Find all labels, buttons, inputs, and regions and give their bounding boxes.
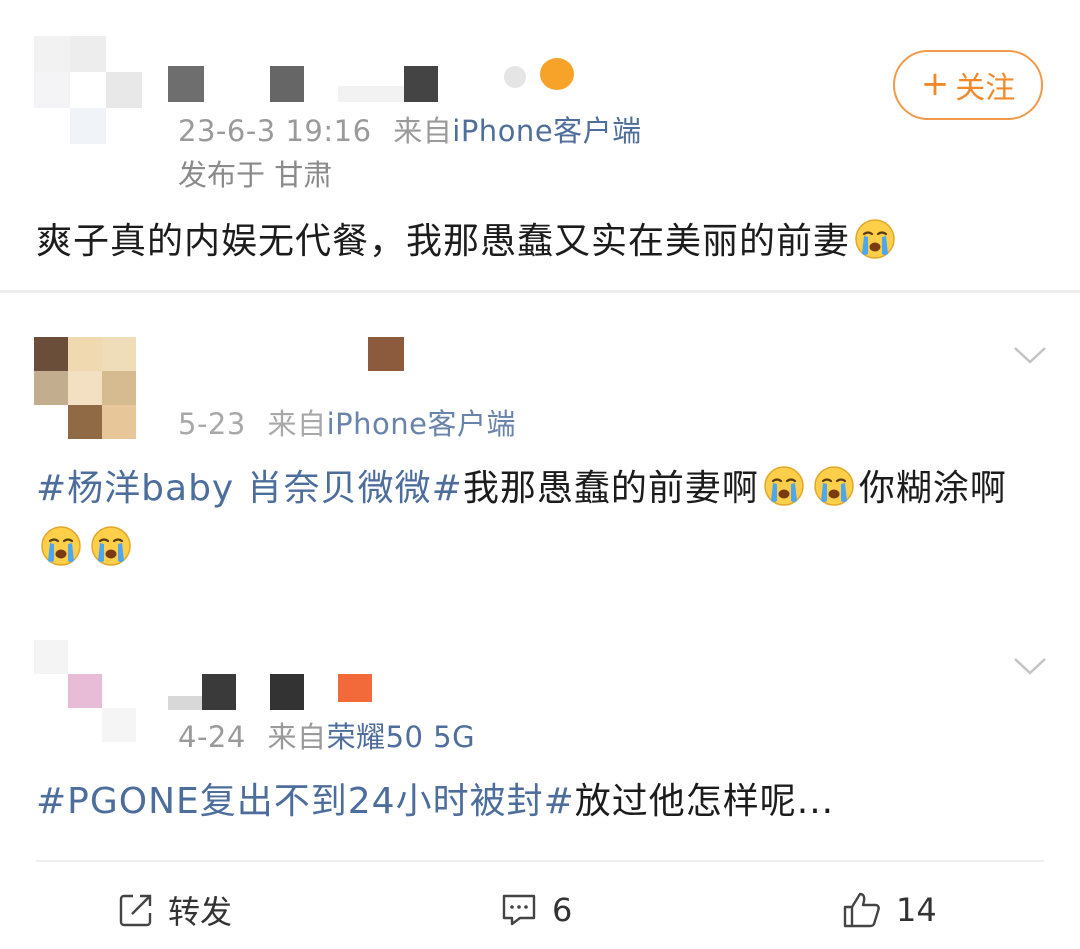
comment-button[interactable]: 6	[500, 870, 572, 949]
crying-emoji-icon	[90, 525, 132, 567]
like-button[interactable]: 14	[842, 870, 937, 949]
comment-item: 5-23 来自iPhone客户端 #杨洋baby 肖奈贝微微#我那愚蠢的前妻啊 你…	[0, 293, 1080, 593]
repost-button[interactable]: 转发	[118, 870, 232, 949]
comment-text: 我那愚蠢的前妻啊	[462, 468, 759, 509]
repost-icon	[119, 894, 152, 926]
comment-meta: 5-23 来自iPhone客户端	[178, 401, 516, 443]
crying-emoji-icon	[813, 465, 855, 507]
crying-emoji-icon	[40, 525, 82, 567]
post-device[interactable]: iPhone客户端	[452, 114, 641, 148]
plus-icon: +	[920, 64, 950, 104]
topic-link[interactable]: #PGONE复出不到24小时被封#	[36, 781, 575, 822]
topic-link[interactable]: #杨洋baby 肖奈贝微微#	[36, 468, 463, 509]
chevron-down-icon[interactable]	[1012, 654, 1048, 678]
post-source-label: 来自	[393, 114, 453, 148]
post-location: 发布于 甘肃	[178, 158, 333, 192]
comment-item: 4-24 来自荣耀50 5G #PGONE复出不到24小时被封#放过他怎样呢..…	[0, 600, 1080, 860]
comment-date: 4-24	[178, 720, 246, 754]
comment-device[interactable]: iPhone客户端	[327, 407, 516, 441]
comment-text-2: 你糊涂啊	[858, 468, 1007, 509]
like-icon	[843, 892, 880, 927]
comment-source-label: 来自	[267, 407, 327, 441]
comment-content: #杨洋baby 肖奈贝微微#我那愚蠢的前妻啊 你糊涂啊	[36, 459, 1046, 579]
avatar[interactable]	[34, 36, 142, 144]
username-mosaic[interactable]	[368, 337, 408, 371]
avatar[interactable]	[34, 337, 136, 439]
comment-icon	[502, 894, 536, 925]
follow-button[interactable]: + 关注	[893, 50, 1043, 120]
like-count: 14	[896, 890, 937, 929]
username-mosaic[interactable]	[168, 58, 588, 102]
post-meta: 23-6-3 19:16 来自iPhone客户端	[178, 108, 642, 150]
post-date: 23-6-3 19:16	[178, 114, 372, 148]
comment-count: 6	[552, 890, 573, 929]
comment-content: #PGONE复出不到24小时被封#放过他怎样呢...	[36, 772, 834, 832]
action-divider	[36, 860, 1044, 862]
action-bar: 转发 6 14	[0, 870, 1080, 949]
repost-label: 转发	[168, 892, 233, 931]
crying-emoji-icon	[854, 218, 896, 260]
username-mosaic[interactable]	[168, 674, 388, 710]
comment-text: 放过他怎样呢...	[574, 781, 835, 822]
post-text: 爽子真的内娱无代餐，我那愚蠢又实在美丽的前妻	[36, 221, 851, 262]
comment-device[interactable]: 荣耀50 5G	[327, 720, 476, 754]
comment-meta: 4-24 来自荣耀50 5G	[178, 714, 475, 756]
comment-date: 5-23	[178, 407, 246, 441]
weibo-post: 23-6-3 19:16 来自iPhone客户端 发布于 甘肃 + 关注 爽子真…	[0, 0, 1080, 290]
crying-emoji-icon	[763, 465, 805, 507]
chevron-down-icon[interactable]	[1012, 343, 1048, 367]
avatar[interactable]	[34, 640, 136, 742]
comment-source-label: 来自	[267, 720, 327, 754]
follow-label: 关注	[955, 71, 1016, 106]
post-content: 爽子真的内娱无代餐，我那愚蠢又实在美丽的前妻	[36, 212, 900, 272]
